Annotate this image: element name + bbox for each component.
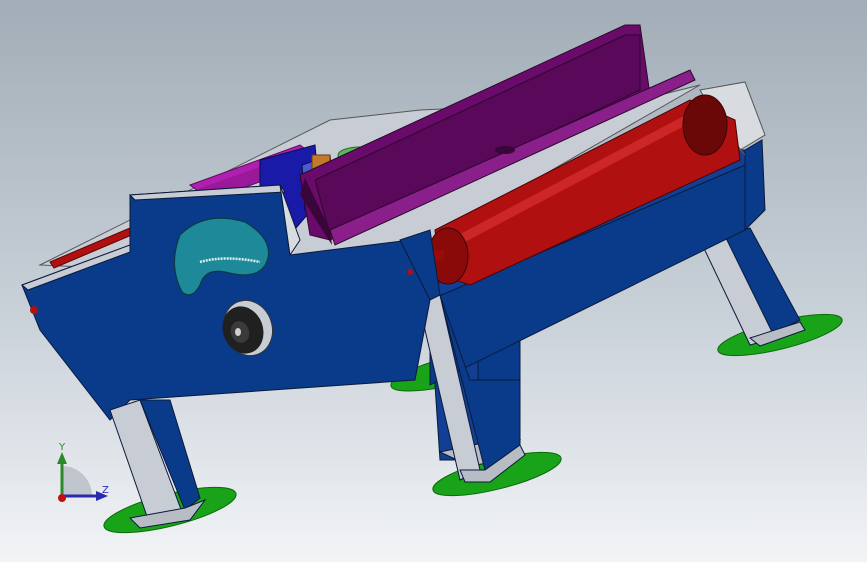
axis-y-label: Y [59, 442, 66, 453]
triad-axes-icon [57, 452, 108, 502]
cad-viewport[interactable]: Y Z [0, 0, 867, 562]
machine-3d-model[interactable] [0, 0, 867, 562]
leg-back-right [699, 227, 806, 347]
view-orientation-triad[interactable]: Y Z [44, 438, 124, 510]
axis-z-label: Z [102, 485, 109, 496]
